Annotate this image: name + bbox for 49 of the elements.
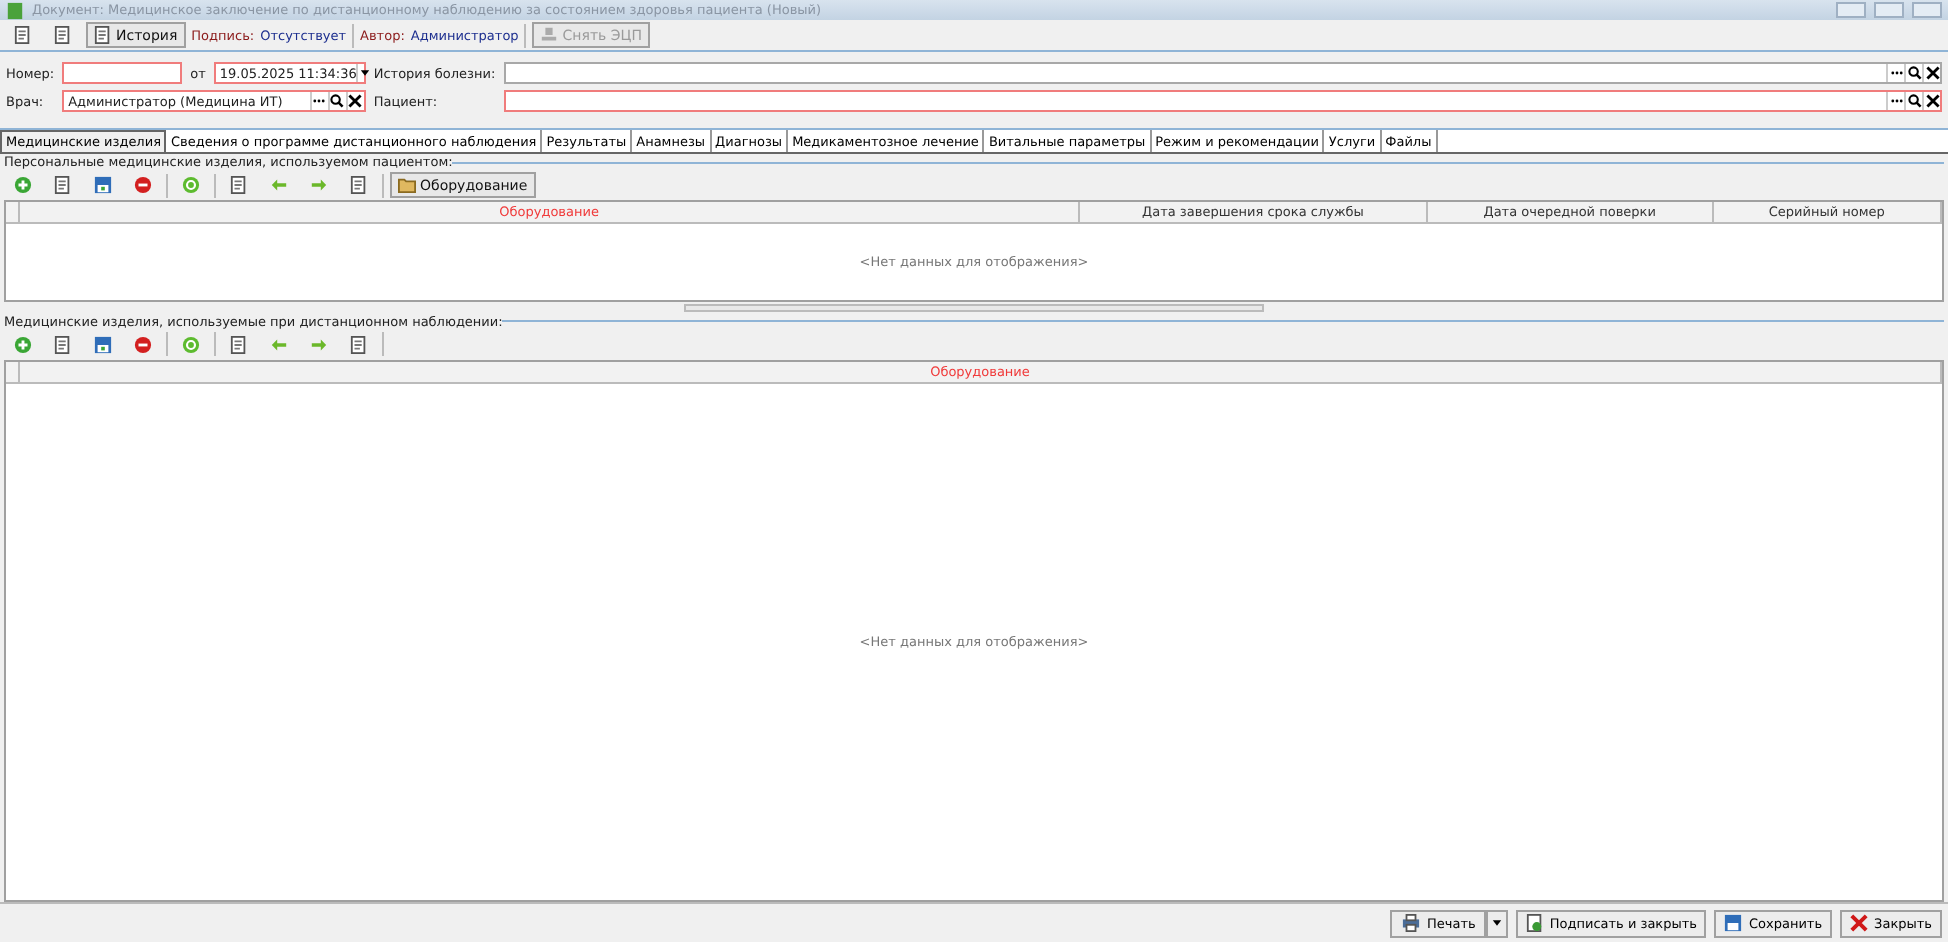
printer-icon — [1399, 914, 1422, 932]
clear-button[interactable] — [1922, 92, 1940, 110]
plus-icon — [14, 176, 32, 194]
refresh-icon — [182, 335, 200, 354]
app-icon — [6, 1, 24, 19]
document-icon — [94, 26, 112, 44]
dropdown-button[interactable] — [356, 64, 373, 82]
history-field[interactable] — [503, 62, 1942, 84]
floppy-icon — [94, 176, 112, 194]
close-icon — [348, 92, 363, 110]
ellipsis-button[interactable] — [1886, 92, 1904, 110]
folder-icon — [398, 176, 416, 194]
document-icon — [54, 335, 72, 354]
right-arrow-icon — [310, 176, 328, 194]
print-menu-button[interactable] — [1485, 909, 1508, 937]
search-icon — [1907, 92, 1921, 110]
close-icon — [1925, 64, 1939, 82]
minus-icon — [134, 335, 152, 354]
left-arrow-icon — [270, 335, 288, 354]
close-icon — [1850, 914, 1869, 932]
right-arrow-icon — [310, 335, 328, 354]
stamp-icon — [540, 26, 559, 44]
refresh-icon — [182, 176, 200, 194]
clear-button[interactable] — [1922, 64, 1940, 82]
clear-button[interactable] — [345, 92, 364, 110]
document-icon — [14, 26, 32, 44]
number-field[interactable] — [62, 62, 183, 84]
document-icon — [350, 335, 368, 354]
search-button[interactable] — [327, 92, 346, 110]
search-button[interactable] — [1904, 64, 1922, 82]
splitter-handle[interactable] — [684, 303, 1264, 312]
patient-field[interactable] — [503, 90, 1942, 112]
ellipsis-button[interactable] — [309, 92, 328, 110]
floppy-icon — [94, 335, 112, 354]
left-arrow-icon — [270, 176, 288, 194]
search-button[interactable] — [1904, 92, 1922, 110]
search-icon — [1907, 64, 1921, 82]
search-icon — [330, 92, 345, 110]
document-icon — [1525, 914, 1544, 932]
document-icon — [230, 335, 248, 354]
document-icon — [350, 176, 368, 194]
ellipsis-button[interactable] — [1886, 64, 1904, 82]
document-icon — [230, 176, 248, 194]
plus-icon — [14, 335, 32, 354]
document-icon — [54, 26, 72, 44]
close-icon — [1925, 92, 1939, 110]
floppy-icon — [1724, 914, 1743, 932]
document-icon — [54, 176, 72, 194]
minus-icon — [134, 176, 152, 194]
